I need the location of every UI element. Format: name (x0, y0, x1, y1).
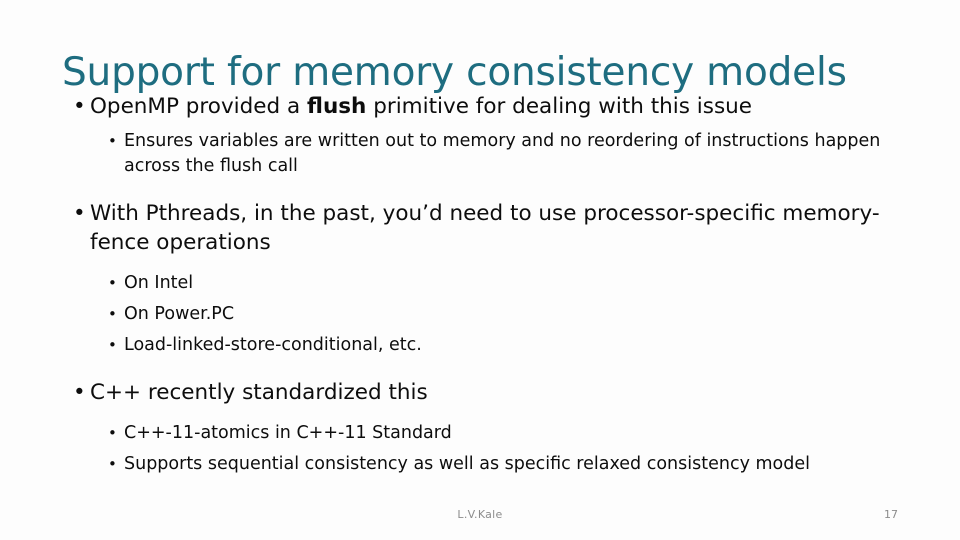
bullet-glyph-icon: • (108, 305, 117, 323)
bullet-text: Load-linked-store-conditional, etc. (124, 335, 422, 355)
bullet-level2-on-intel: • On Intel (0, 271, 960, 296)
bullet-level2-sequential-consistency: • Supports sequential consistency as wel… (0, 452, 960, 477)
bullet-glyph-icon: • (73, 94, 86, 119)
bullet-level1-pthreads: • With Pthreads, in the past, you’d need… (0, 199, 960, 257)
page-title: Support for memory consistency models (62, 50, 847, 96)
bullet-glyph-icon: • (108, 274, 117, 292)
bullet-text-before: OpenMP provided a (90, 94, 308, 119)
bullet-level2-load-linked: • Load-linked-store-conditional, etc. (0, 333, 960, 358)
bullet-text: On Intel (124, 273, 194, 293)
bullet-text-bold-flush: flush (307, 94, 367, 119)
bullet-level1-cpp: • C++ recently standardized this (0, 378, 960, 407)
slide-number: 17 (884, 508, 898, 521)
bullet-level1-openmp: • OpenMP provided a flush primitive for … (0, 92, 960, 121)
bullet-glyph-icon: • (73, 201, 86, 226)
bullet-text: With Pthreads, in the past, you’d need t… (90, 201, 880, 255)
footer-author: L.V.Kale (457, 508, 503, 521)
bullet-text: Ensures variables are written out to mem… (124, 131, 881, 176)
bullet-level2-ensures-variables: • Ensures variables are written out to m… (0, 129, 960, 179)
bullet-level2-cpp11-atomics: • C++-11-atomics in C++-11 Standard (0, 421, 960, 446)
bullet-text: Supports sequential consistency as well … (124, 454, 810, 474)
bullet-glyph-icon: • (108, 455, 117, 473)
bullet-glyph-icon: • (108, 132, 117, 150)
bullet-glyph-icon: • (108, 424, 117, 442)
slide-body: • OpenMP provided a flush primitive for … (0, 92, 960, 477)
bullet-text-after: primitive for dealing with this issue (366, 94, 753, 119)
slide-canvas: Support for memory consistency models • … (0, 0, 960, 540)
bullet-text: C++ recently standardized this (90, 380, 428, 405)
bullet-text: C++-11-atomics in C++-11 Standard (124, 423, 452, 443)
bullet-text: On Power.PC (124, 304, 235, 324)
bullet-level2-on-powerpc: • On Power.PC (0, 302, 960, 327)
bullet-glyph-icon: • (108, 336, 117, 354)
bullet-glyph-icon: • (73, 380, 86, 405)
